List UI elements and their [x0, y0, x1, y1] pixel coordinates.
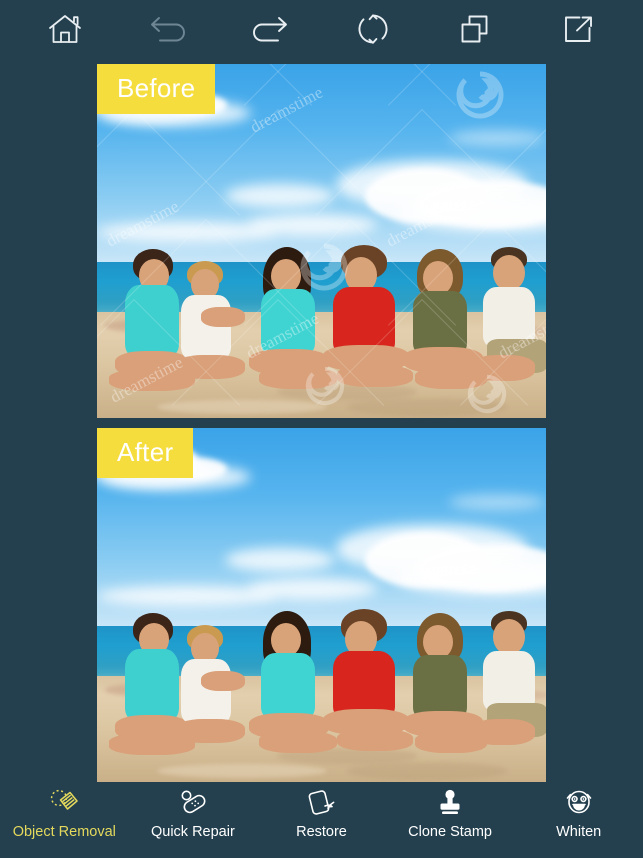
- redo-button[interactable]: [219, 0, 322, 58]
- tool-whiten[interactable]: Whiten: [514, 780, 643, 840]
- top-toolbar: [0, 0, 643, 58]
- tool-clone-stamp[interactable]: Clone Stamp: [386, 780, 515, 840]
- compare-icon: [458, 13, 492, 45]
- share-button[interactable]: [527, 0, 630, 58]
- tool-label: Whiten: [556, 824, 602, 840]
- object-removal-icon: [48, 785, 80, 821]
- home-button[interactable]: [14, 0, 117, 58]
- quick-repair-icon: [177, 785, 209, 821]
- whiten-icon: [563, 785, 595, 821]
- redo-icon: [249, 14, 291, 44]
- reset-icon: [356, 12, 390, 46]
- photo-editor-app: dreamstime dreamstime dreamstime dreamst…: [0, 0, 643, 858]
- tool-object-removal[interactable]: Object Removal: [0, 780, 129, 840]
- after-preview[interactable]: After: [97, 428, 546, 782]
- undo-icon: [147, 14, 189, 44]
- tool-label: Restore: [296, 824, 347, 840]
- people-group: [97, 206, 546, 397]
- bottom-toolbar: Object Removal Quick Repair Restore Clon…: [0, 780, 643, 858]
- tool-quick-repair[interactable]: Quick Repair: [129, 780, 258, 840]
- restore-icon: [305, 785, 337, 821]
- before-photo[interactable]: dreamstime dreamstime dreamstime dreamst…: [97, 64, 546, 418]
- after-photo[interactable]: [97, 428, 546, 782]
- compare-button[interactable]: [424, 0, 527, 58]
- share-icon: [561, 13, 595, 45]
- home-icon: [48, 13, 82, 45]
- reset-button[interactable]: [322, 0, 425, 58]
- tool-label: Clone Stamp: [408, 824, 492, 840]
- people-group: [97, 570, 546, 761]
- before-preview[interactable]: dreamstime dreamstime dreamstime dreamst…: [97, 64, 546, 418]
- tool-restore[interactable]: Restore: [257, 780, 386, 840]
- tool-label: Quick Repair: [150, 824, 235, 840]
- before-label: Before: [97, 64, 216, 114]
- undo-button[interactable]: [117, 0, 220, 58]
- after-label: After: [97, 428, 194, 478]
- clone-stamp-icon: [434, 785, 466, 821]
- tool-label: Object Removal: [12, 824, 116, 840]
- preview-stage: dreamstime dreamstime dreamstime dreamst…: [0, 58, 643, 782]
